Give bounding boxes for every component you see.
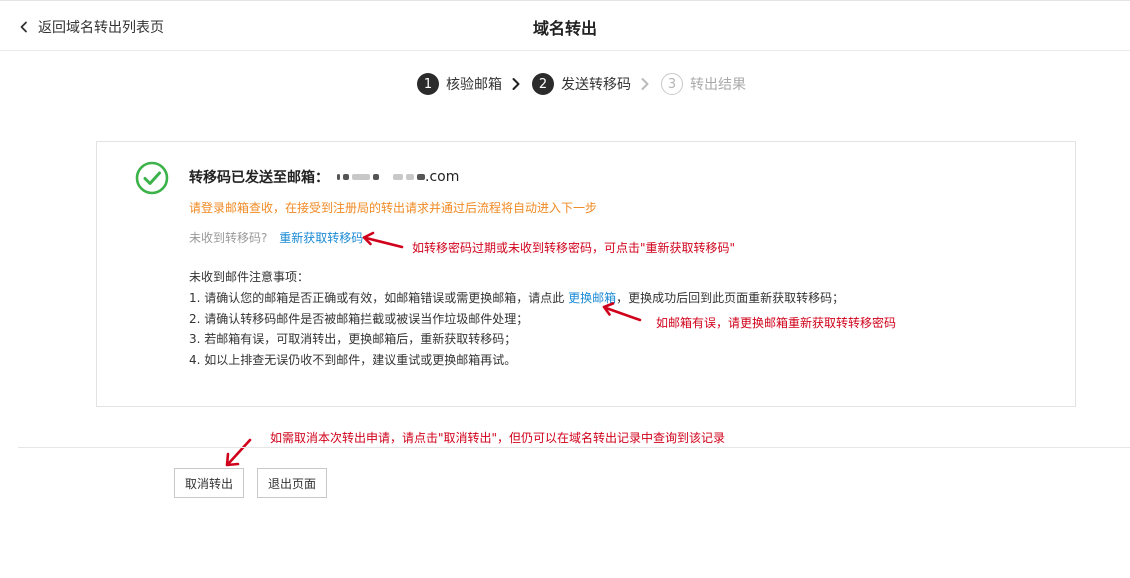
annotation-change-email: 如邮箱有误，请更换邮箱重新获取转转移密码 [656,316,897,330]
step-label: 核验邮箱 [446,77,502,93]
resend-code-link[interactable]: 重新获取转移码 [279,231,363,245]
cancel-transfer-button[interactable]: 取消转出 [174,468,244,498]
step-indicator: 1 核验邮箱 2 发送转移码 3 转出结果 [417,73,746,95]
code-sent-line: 转移码已发送至邮箱： .com [189,167,459,187]
page-header: 返回域名转出列表页 域名转出 [0,1,1130,51]
masked-email: .com [337,169,459,185]
tip-item: 1. 请确认您的邮箱是否正确或有效，如邮箱错误或需更换邮箱，请点此 更换邮箱，更… [189,291,845,305]
page-title: 域名转出 [532,19,597,38]
step-send-code: 2 发送转移码 [532,73,631,95]
transfer-code-card: 转移码已发送至邮箱： .com 请登录邮箱查收，在接受到注册局的转出请求并通过后… [96,141,1076,407]
resend-question: 未收到转移码? [189,231,268,245]
step-number: 2 [532,73,554,95]
tip-item: 4. 如以上排查无误仍收不到邮件，建议重试或更换邮箱再试。 [189,352,517,367]
email-domain: .com [425,169,460,185]
annotation-cancel: 如需取消本次转出申请，请点击"取消转出"，但仍可以在域名转出记录中查询到该记录 [270,431,726,445]
annotation-resend: 如转移密码过期或未收到转移密码，可点击"重新获取转移码" [412,241,736,255]
step-number: 3 [661,73,683,95]
code-sent-label: 转移码已发送至邮箱： [189,170,329,186]
chevron-right-icon [640,77,652,91]
tips-title: 未收到邮件注意事项： [189,270,310,284]
step-result: 3 转出结果 [661,73,746,95]
success-check-icon [135,161,169,195]
annotation-arrow-icon [225,438,252,467]
step-verify-email: 1 核验邮箱 [417,73,502,95]
step-number: 1 [417,73,439,95]
section-divider [18,447,1130,448]
annotation-arrow-icon [602,302,642,322]
exit-page-button[interactable]: 退出页面 [257,468,327,498]
annotation-arrow-icon [362,231,404,249]
step-label: 转出结果 [690,77,746,93]
step-label: 发送转移码 [561,77,631,93]
chevron-right-icon [511,77,523,91]
tip-item: 3. 若邮箱有误，可取消转出，更换邮箱后，重新获取转移码； [189,332,517,346]
notice-text: 请登录邮箱查收，在接受到注册局的转出请求并通过后流程将自动进入下一步 [189,201,598,215]
resend-row: 未收到转移码? 重新获取转移码 [189,229,363,246]
